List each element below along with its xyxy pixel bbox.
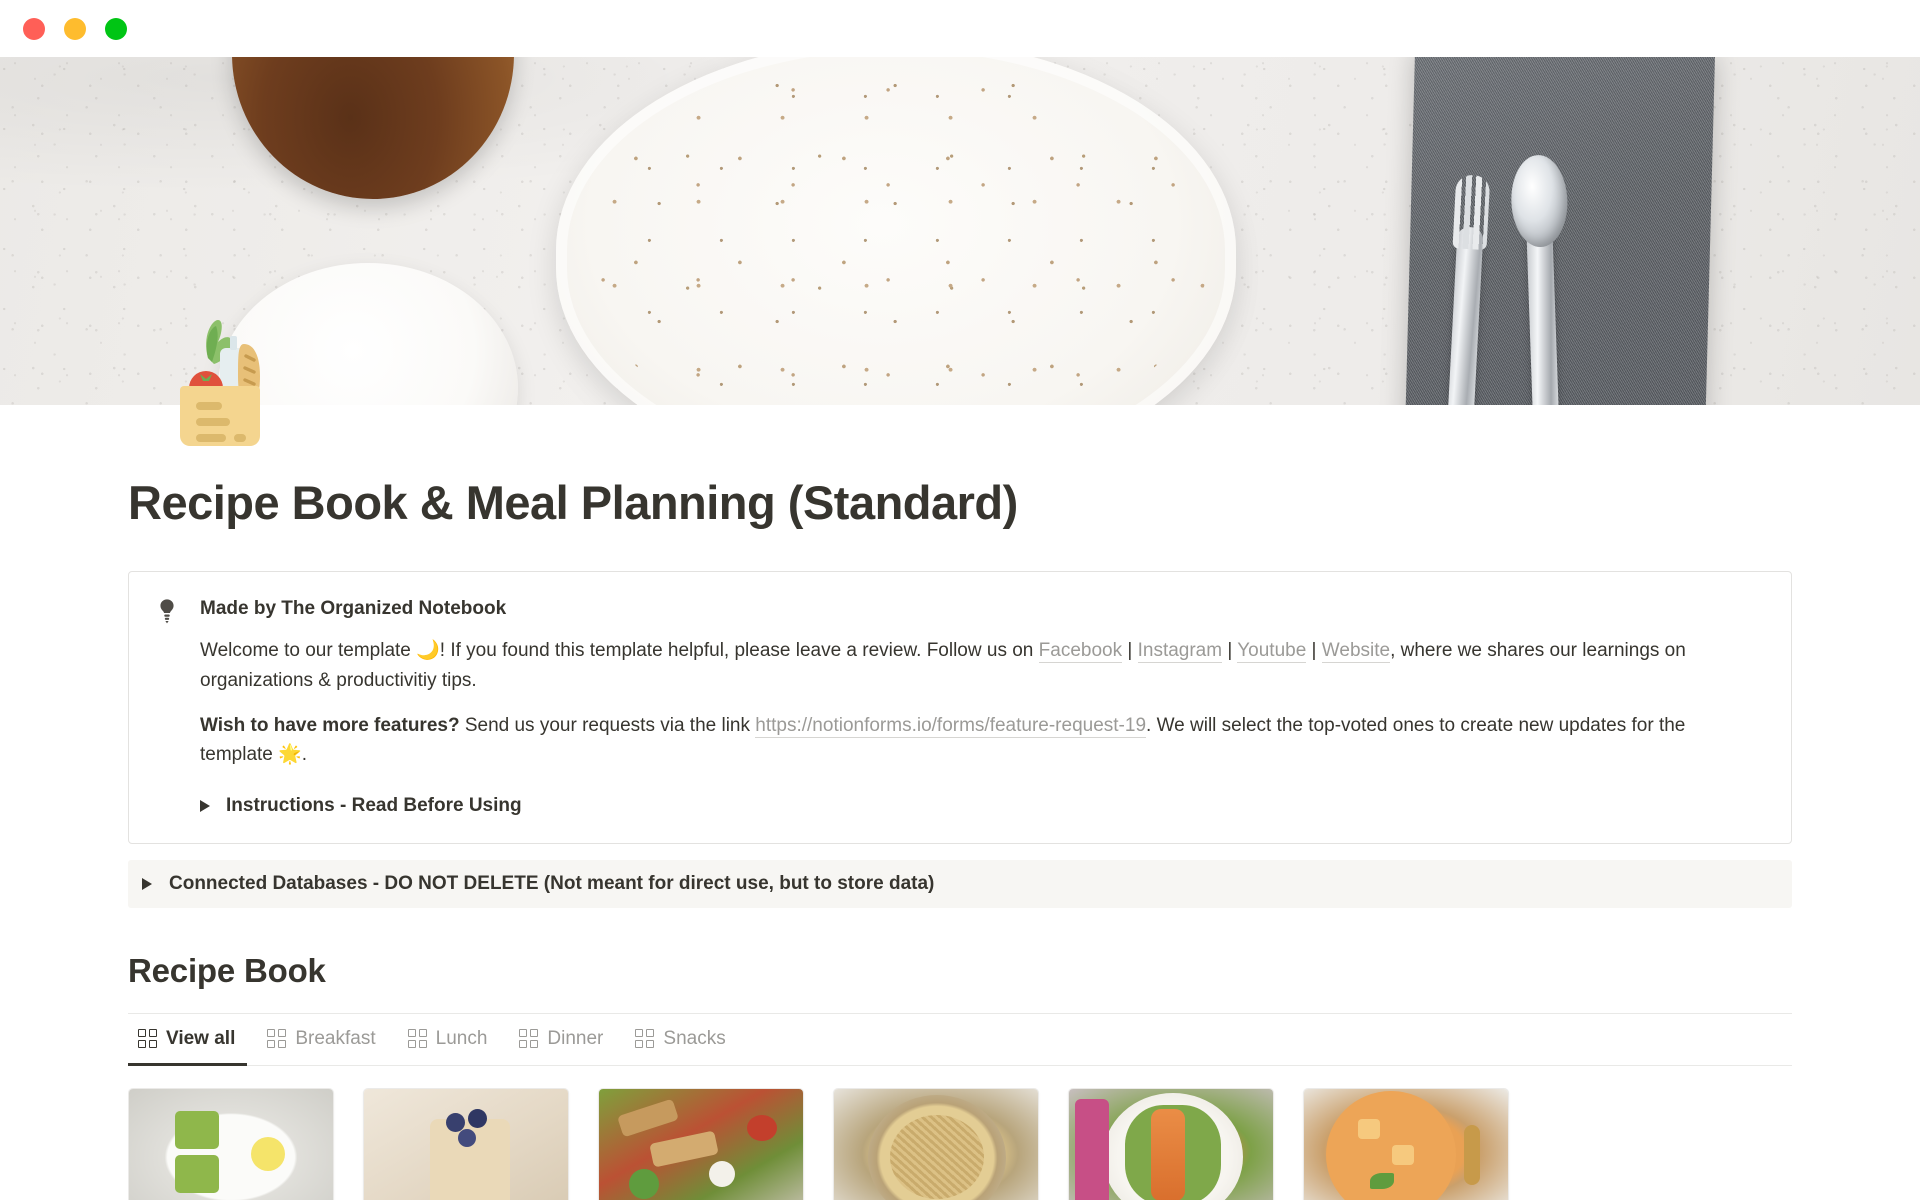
window-title-bar — [0, 0, 1920, 57]
recipe-card[interactable]: 🍱 Salmon Salad — [1068, 1087, 1274, 1200]
granola-yogurt-photo — [364, 1088, 568, 1200]
lightbulb-icon — [156, 598, 178, 817]
recipe-view-tabs: View all Breakfast Lunch Dinner Snacks — [128, 1014, 1792, 1066]
connected-databases-toggle[interactable]: Connected Databases - DO NOT DELETE (Not… — [128, 859, 1792, 908]
tab-view-all[interactable]: View all — [128, 1014, 248, 1066]
chevron-right-icon[interactable] — [142, 877, 152, 890]
callout-title: Made by The Organized Notebook — [200, 597, 507, 619]
recipe-card[interactable]: 🍛 Thai Curry — [1303, 1087, 1509, 1200]
recipe-card[interactable]: 🍝 Mushroom Pasta — [833, 1087, 1039, 1200]
tab-label: Dinner — [547, 1027, 604, 1049]
chevron-right-icon[interactable] — [200, 799, 210, 812]
mushroom-pasta-photo — [834, 1088, 1038, 1200]
welcome-text-before: Welcome to our template 🌙! If you found … — [200, 640, 1039, 662]
greek-salad-photo — [599, 1088, 803, 1200]
features-bold-lead: Wish to have more features? — [200, 715, 460, 736]
speckled-plate — [556, 57, 1236, 405]
youtube-link[interactable]: Youtube — [1237, 640, 1307, 664]
made-by-callout: Made by The Organized Notebook Welcome t… — [128, 570, 1792, 844]
gallery-view-icon — [138, 1029, 157, 1049]
recipe-book-heading[interactable]: Recipe Book — [128, 952, 1792, 990]
facebook-link[interactable]: Facebook — [1038, 640, 1123, 664]
instructions-toggle-label: Instructions - Read Before Using — [226, 794, 522, 816]
features-text-before: Send us your requests via the link — [459, 715, 756, 736]
page-cover-image[interactable] — [0, 57, 1920, 405]
tab-lunch[interactable]: Lunch — [398, 1014, 500, 1066]
gallery-view-icon — [519, 1029, 539, 1049]
tab-breakfast[interactable]: Breakfast — [257, 1014, 387, 1066]
page-content: Recipe Book & Meal Planning (Standard) M… — [0, 476, 1920, 1200]
tab-label: Lunch — [435, 1027, 488, 1049]
page-icon-grocery-bag[interactable] — [162, 300, 278, 450]
recipe-card-gallery: 🥑 Avocado Toast 🫐 Granola Yogurt — [128, 1087, 1792, 1200]
feature-request-link[interactable]: https://notionforms.io/forms/feature-req… — [755, 715, 1147, 738]
tab-label: View all — [166, 1027, 236, 1049]
callout-body: Made by The Organized Notebook Welcome t… — [200, 595, 1763, 817]
tab-dinner[interactable]: Dinner — [509, 1014, 615, 1066]
gallery-view-icon — [635, 1029, 655, 1049]
tab-label: Snacks — [663, 1027, 726, 1049]
avocado-toast-photo — [129, 1088, 333, 1200]
close-window-button[interactable] — [23, 17, 45, 40]
recipe-card[interactable]: 🥑 Avocado Toast — [128, 1087, 334, 1200]
callout-paragraph-features: Wish to have more features? Send us your… — [200, 711, 1763, 770]
traffic-lights — [23, 17, 127, 40]
page-title[interactable]: Recipe Book & Meal Planning (Standard) — [128, 476, 1792, 530]
tab-snacks[interactable]: Snacks — [625, 1014, 737, 1066]
instructions-toggle[interactable]: Instructions - Read Before Using — [200, 795, 1763, 817]
link-separator-3: | — [1306, 640, 1322, 662]
thai-curry-photo — [1304, 1088, 1508, 1200]
link-separator-2: | — [1222, 640, 1238, 662]
minimize-window-button[interactable] — [64, 17, 86, 40]
callout-paragraph-welcome: Welcome to our template 🌙! If you found … — [200, 636, 1763, 695]
plate-speckles — [586, 69, 1206, 405]
connected-databases-label: Connected Databases - DO NOT DELETE (Not… — [169, 872, 935, 894]
recipe-card[interactable]: 🫐 Granola Yogurt — [363, 1087, 569, 1200]
instagram-link[interactable]: Instagram — [1137, 640, 1223, 664]
maximize-window-button[interactable] — [105, 17, 127, 40]
link-separator-1: | — [1122, 640, 1138, 662]
gallery-view-icon — [267, 1029, 287, 1049]
gallery-view-icon — [407, 1029, 427, 1049]
tab-label: Breakfast — [295, 1027, 376, 1049]
salmon-salad-photo — [1069, 1088, 1273, 1200]
website-link[interactable]: Website — [1321, 640, 1391, 664]
recipe-card[interactable]: 🥗 Greek Salad with... — [598, 1087, 804, 1200]
